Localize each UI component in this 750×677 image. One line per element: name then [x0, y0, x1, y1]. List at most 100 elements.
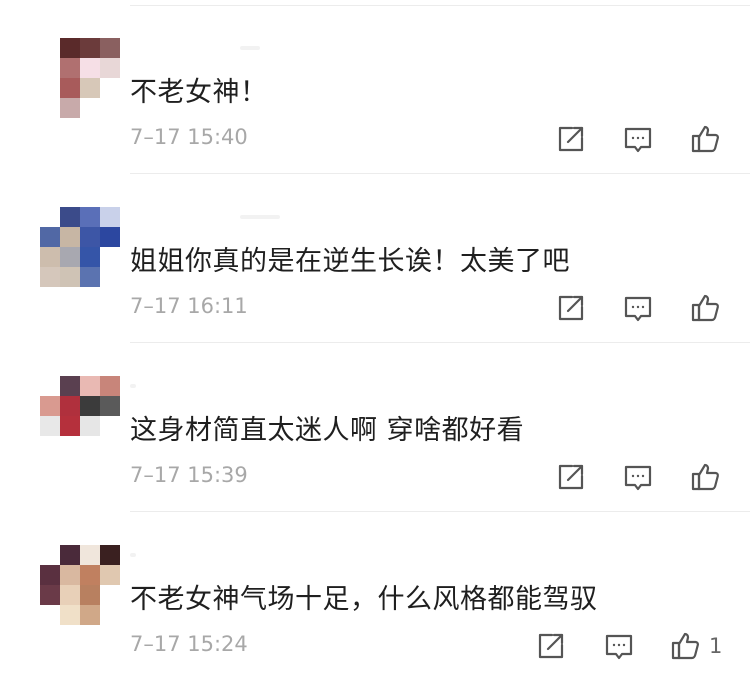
reply-button[interactable] — [622, 461, 654, 493]
avatar-pixel — [40, 38, 60, 58]
avatar[interactable] — [40, 207, 120, 287]
avatar-pixel — [60, 78, 80, 98]
comment-text: 姐姐你真的是在逆生长诶！太美了吧 — [130, 246, 570, 277]
share-icon — [558, 126, 584, 152]
avatar-pixel — [60, 227, 80, 247]
like-button[interactable] — [690, 123, 722, 155]
avatar-pixel — [100, 605, 120, 625]
reply-button[interactable] — [603, 630, 635, 662]
comment-text: 不老女神气场十足，什么风格都能驾驭 — [130, 584, 598, 615]
reply-icon — [624, 127, 652, 153]
avatar-pixel — [40, 585, 60, 605]
username-blur — [130, 384, 136, 388]
avatar-pixel — [100, 565, 120, 585]
like-button[interactable] — [690, 461, 722, 493]
avatar-pixel — [80, 98, 100, 118]
reply-icon — [624, 296, 652, 322]
comment-item: 这身材简直太迷人啊 穿啥都好看 7–17 15:39 — [0, 338, 750, 508]
reply-button[interactable] — [622, 123, 654, 155]
avatar-pixel — [80, 38, 100, 58]
avatar-pixel — [40, 227, 60, 247]
comment-time: 7–17 16:11 — [130, 294, 248, 318]
avatar-pixel — [80, 207, 100, 227]
comment-item: 不老女神！ 7–17 15:40 — [0, 0, 750, 170]
avatar-pixel — [60, 98, 80, 118]
avatar-pixel — [40, 247, 60, 267]
avatar-pixel — [100, 38, 120, 58]
avatar-pixel — [40, 58, 60, 78]
avatar-pixel — [100, 98, 120, 118]
thumbs-up-icon — [691, 125, 719, 153]
avatar-pixel — [40, 376, 60, 396]
avatar-pixel — [100, 436, 120, 456]
avatar-pixel — [60, 396, 80, 416]
avatar-pixel — [40, 267, 60, 287]
avatar-pixel — [40, 545, 60, 565]
avatar[interactable] — [40, 545, 120, 625]
avatar[interactable] — [40, 376, 120, 456]
comment-time: 7–17 15:24 — [130, 632, 248, 656]
share-button[interactable] — [535, 630, 567, 662]
avatar-pixel — [60, 247, 80, 267]
avatar-pixel — [40, 98, 60, 118]
avatar-pixel — [100, 58, 120, 78]
avatar-pixel — [80, 436, 100, 456]
avatar-pixel — [100, 207, 120, 227]
avatar-pixel — [100, 585, 120, 605]
comment-time: 7–17 15:40 — [130, 125, 248, 149]
avatar-pixel — [60, 38, 80, 58]
avatar-pixel — [80, 267, 100, 287]
reply-icon — [605, 634, 633, 660]
avatar-pixel — [40, 78, 60, 98]
username-blur — [130, 553, 136, 557]
like-button[interactable] — [670, 630, 702, 662]
share-button[interactable] — [555, 292, 587, 324]
avatar-pixel — [80, 545, 100, 565]
reply-icon — [624, 465, 652, 491]
avatar-pixel — [80, 58, 100, 78]
avatar-pixel — [100, 78, 120, 98]
avatar-pixel — [80, 565, 100, 585]
avatar-pixel — [60, 436, 80, 456]
avatar-pixel — [40, 207, 60, 227]
thumbs-up-icon — [691, 294, 719, 322]
comment-time: 7–17 15:39 — [130, 463, 248, 487]
thumbs-up-icon — [691, 463, 719, 491]
share-button[interactable] — [555, 461, 587, 493]
avatar-pixel — [100, 227, 120, 247]
avatar-pixel — [60, 207, 80, 227]
like-count: 1 — [709, 634, 723, 658]
avatar-pixel — [60, 416, 80, 436]
avatar-pixel — [100, 267, 120, 287]
avatar-pixel — [40, 396, 60, 416]
username-blur — [240, 46, 260, 50]
avatar-pixel — [100, 247, 120, 267]
avatar-pixel — [40, 436, 60, 456]
avatar-pixel — [40, 416, 60, 436]
reply-button[interactable] — [622, 292, 654, 324]
avatar-pixel — [80, 605, 100, 625]
avatar-pixel — [80, 416, 100, 436]
avatar-pixel — [60, 605, 80, 625]
avatar-pixel — [100, 396, 120, 416]
comment-item: 姐姐你真的是在逆生长诶！太美了吧 7–17 16:11 — [0, 169, 750, 339]
avatar-pixel — [80, 78, 100, 98]
avatar-pixel — [60, 376, 80, 396]
avatar-pixel — [100, 545, 120, 565]
avatar-pixel — [100, 416, 120, 436]
share-button[interactable] — [555, 123, 587, 155]
avatar-pixel — [40, 565, 60, 585]
avatar-pixel — [60, 267, 80, 287]
avatar-pixel — [40, 605, 60, 625]
avatar[interactable] — [40, 38, 120, 118]
avatar-pixel — [80, 585, 100, 605]
thumbs-up-icon — [671, 632, 699, 660]
avatar-pixel — [60, 58, 80, 78]
like-button[interactable] — [690, 292, 722, 324]
share-icon — [558, 295, 584, 321]
avatar-pixel — [80, 227, 100, 247]
comment-text: 这身材简直太迷人啊 穿啥都好看 — [130, 415, 525, 446]
avatar-pixel — [100, 376, 120, 396]
comment-text: 不老女神！ — [130, 77, 268, 108]
avatar-pixel — [60, 545, 80, 565]
